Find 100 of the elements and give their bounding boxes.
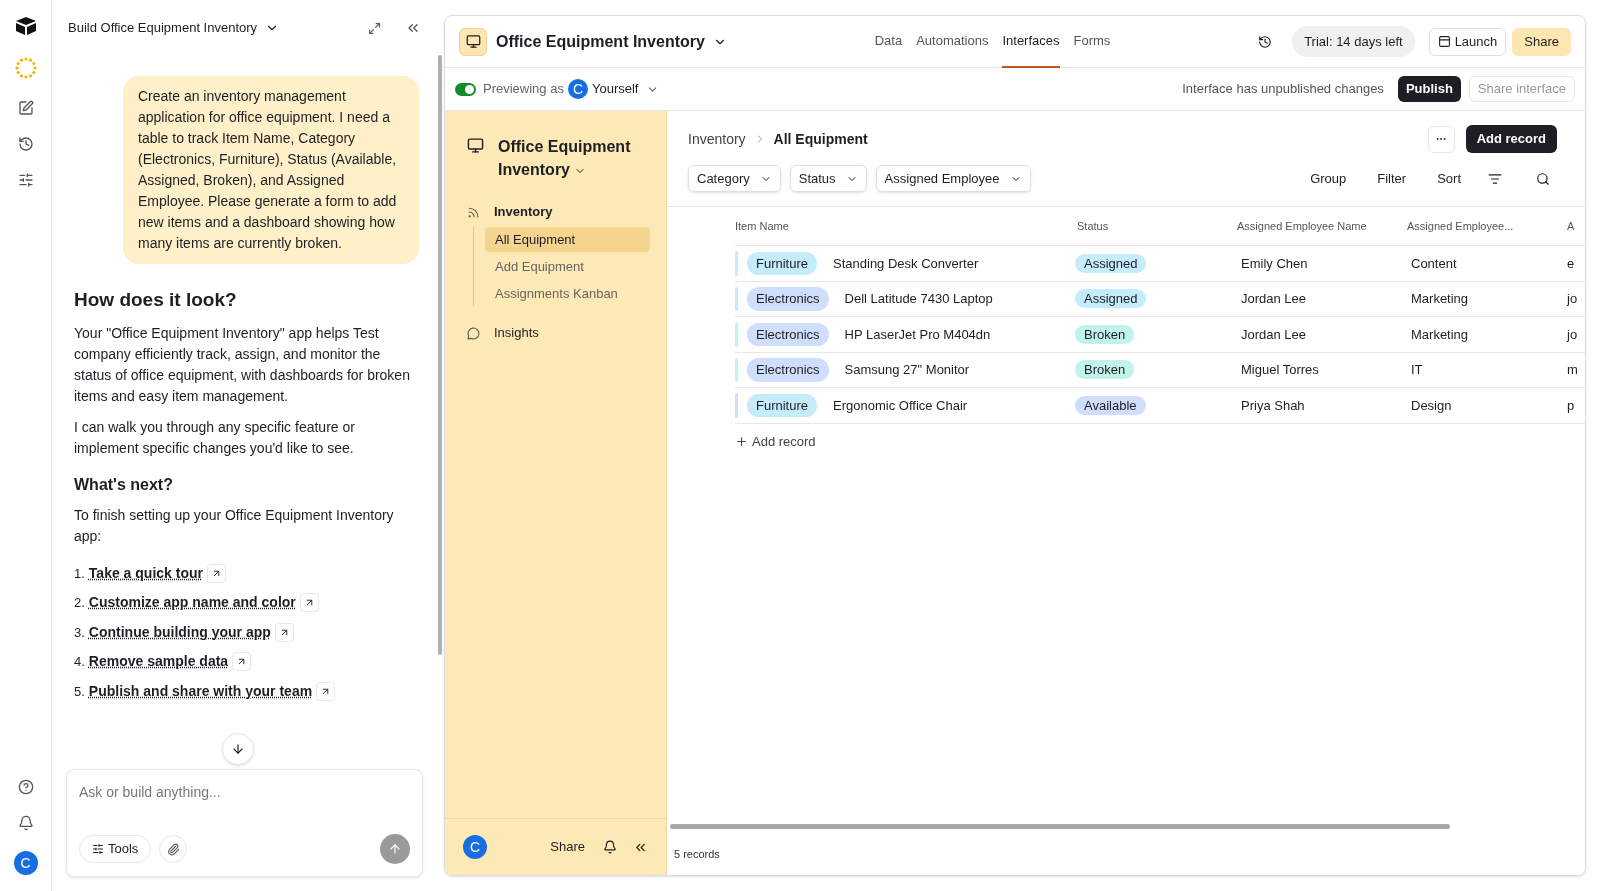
history-icon[interactable] <box>17 136 34 152</box>
user-avatar[interactable]: C <box>463 835 487 859</box>
feed-icon <box>467 205 480 219</box>
search-icon[interactable] <box>1536 171 1550 186</box>
bell-icon[interactable] <box>603 840 617 854</box>
table-cell-text: HP LaserJet Pro M404dn <box>844 325 991 344</box>
sidebar-section[interactable]: Inventory <box>494 202 553 222</box>
expand-icon[interactable] <box>368 21 381 35</box>
external-link-icon[interactable] <box>299 593 319 613</box>
user-avatar[interactable]: C <box>13 851 38 875</box>
chat-input[interactable]: Ask or build anything... Tools <box>66 769 423 877</box>
nav-tab[interactable]: Interfaces <box>1002 16 1060 68</box>
user-avatar[interactable]: C <box>567 79 588 99</box>
sidebar-share-link[interactable]: Share <box>550 837 585 857</box>
share-button[interactable]: Share <box>1512 27 1571 56</box>
breadcrumb-current: All Equipment <box>773 129 868 149</box>
column-header[interactable]: Item Name <box>735 217 1075 235</box>
plus-icon <box>735 434 748 448</box>
category-tag: Electronics <box>747 287 829 311</box>
sliders-icon <box>92 843 104 855</box>
preview-user[interactable]: Yourself <box>591 79 639 99</box>
edit-icon[interactable] <box>17 100 34 116</box>
step-link[interactable]: Customize app name and color <box>88 592 296 614</box>
sidebar-item[interactable]: Assignments Kanban <box>485 281 650 306</box>
toolbar-button[interactable]: Filter <box>1377 168 1407 189</box>
table-cell-text: Jordan Lee <box>1240 290 1308 308</box>
table-cell-text: Marketing <box>1410 290 1470 308</box>
nav-tab[interactable]: Forms <box>1073 16 1111 68</box>
chat-bubble-icon <box>467 326 480 340</box>
sidebar-item[interactable]: All Equipment <box>485 227 650 252</box>
step-number: 5. <box>74 682 85 701</box>
step-link[interactable]: Publish and share with your team <box>88 680 313 702</box>
table-cell-text: jo <box>1565 325 1579 344</box>
step-number: 3. <box>74 623 85 642</box>
nav-tab[interactable]: Automations <box>916 16 989 68</box>
table-cell-text: Dell Latitude 7430 Laptop <box>844 290 993 308</box>
publish-button[interactable]: Publish <box>1397 76 1461 102</box>
step-number: 1. <box>74 564 85 583</box>
response-paragraph: To finish setting up your Office Equipment Inventory app: <box>74 505 395 546</box>
preview-toggle[interactable] <box>455 82 476 96</box>
row-height-icon[interactable] <box>1488 171 1502 186</box>
step-number: 4. <box>74 653 85 671</box>
table-cell-text: Standing Desk Converter <box>833 254 979 273</box>
launch-button[interactable]: Launch <box>1428 27 1507 56</box>
chat-title[interactable]: Build Office Equipment Inventory <box>68 18 258 38</box>
column-header[interactable]: Assigned Employee... <box>1405 217 1565 235</box>
toolbar-button[interactable]: Sort <box>1437 168 1461 189</box>
column-header[interactable]: Assigned Employee Name <box>1235 217 1405 235</box>
external-link-icon[interactable] <box>232 652 252 672</box>
filter-dropdown[interactable]: Category <box>688 165 781 192</box>
table-cell-text: jo <box>1565 290 1579 308</box>
status-tag: Assigned <box>1075 253 1147 273</box>
filter-dropdown[interactable]: Assigned Employee <box>875 165 1031 192</box>
filter-dropdown[interactable]: Status <box>789 165 867 192</box>
nav-tab[interactable]: Data <box>874 16 903 68</box>
sidebar-item[interactable]: Add Equipment <box>485 254 650 279</box>
sidebar-section[interactable]: Insights <box>494 323 539 343</box>
category-tag: Electronics <box>747 358 829 382</box>
help-icon[interactable] <box>17 779 34 795</box>
app-title[interactable]: Office Equipment Inventory <box>496 29 705 54</box>
logo-icon[interactable] <box>14 16 37 36</box>
add-record-row-button[interactable]: Add record <box>735 431 816 451</box>
external-link-icon[interactable] <box>316 681 336 701</box>
history-icon[interactable] <box>1258 34 1273 49</box>
sidebar-title[interactable]: Office Equipment Inventory <box>498 135 644 181</box>
step-link[interactable]: Remove sample data <box>88 651 229 673</box>
add-record-button[interactable]: Add record <box>1465 125 1557 153</box>
response-paragraph: I can walk you through any specific feature or implement specific changes you'd like to see. <box>74 417 356 458</box>
record-count: 5 records <box>673 848 721 860</box>
external-link-icon[interactable] <box>206 563 226 583</box>
column-header[interactable]: A <box>1565 217 1585 235</box>
monitor-icon <box>467 137 484 154</box>
status-tag: Available <box>1075 395 1146 415</box>
user-message: Create an inventory management application for office equipment. I need a table to track Item Name, Category (Electronics, Furniture), Status (Available, Assigned, Broken), and Assigned Employee. Please generate a form to add new items and a dashboard showing how many items are currently broken. <box>123 76 419 264</box>
bell-icon[interactable] <box>17 815 34 831</box>
settings-icon[interactable] <box>17 172 34 188</box>
table-cell-text: Content <box>1410 254 1458 273</box>
table-cell-text: m <box>1566 361 1579 379</box>
status-tag: Assigned <box>1075 289 1147 308</box>
table-cell-text: Design <box>1410 396 1453 415</box>
horizontal-scrollbar[interactable] <box>670 824 1450 829</box>
step-link[interactable]: Take a quick tour <box>88 562 203 584</box>
external-link-icon[interactable] <box>274 622 294 642</box>
table-cell-text: Samsung 27" Monitor <box>844 361 970 379</box>
app-icon[interactable] <box>459 27 487 56</box>
table-cell-text: e <box>1566 254 1576 273</box>
step-link[interactable]: Continue building your app <box>88 621 271 643</box>
send-button[interactable] <box>380 834 410 864</box>
column-header[interactable]: Status <box>1075 217 1235 235</box>
table-cell-text: Marketing <box>1410 325 1470 344</box>
scroll-down-button[interactable] <box>222 733 254 765</box>
toolbar-button[interactable]: Group <box>1310 168 1347 189</box>
table-cell-text: Miguel Torres <box>1240 361 1320 379</box>
step-number: 2. <box>74 594 85 612</box>
status-tag: Broken <box>1075 360 1135 379</box>
response-subheading: What's next? <box>74 474 174 495</box>
breadcrumb-link[interactable]: Inventory <box>688 128 746 150</box>
table-cell-text: Priya Shah <box>1240 396 1306 415</box>
unpublished-notice: Interface has unpublished changes <box>1182 80 1384 99</box>
status-tag: Broken <box>1075 324 1135 344</box>
